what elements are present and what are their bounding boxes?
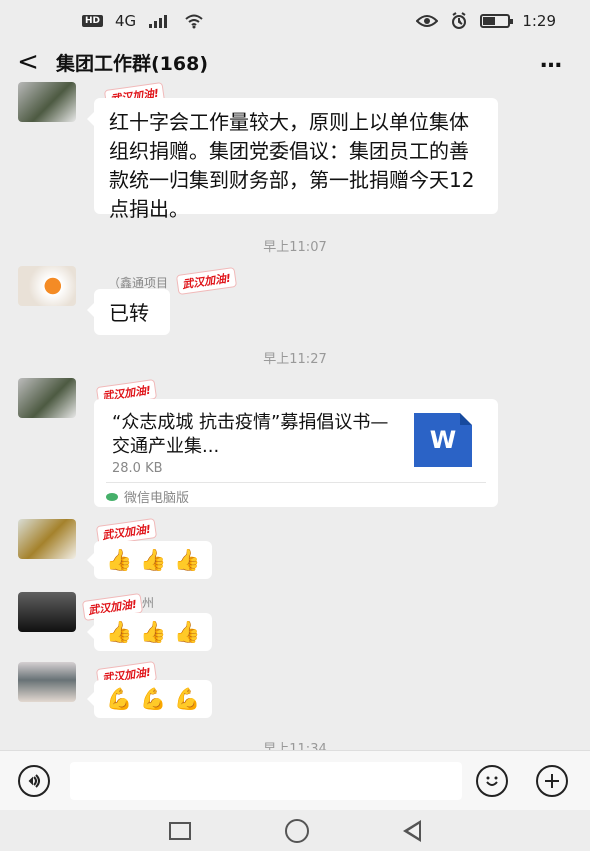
file-source: 微信电脑版: [106, 482, 486, 506]
message-item: 武汉加油! 👍 👍 👍: [18, 519, 578, 579]
status-time: 1:29: [522, 12, 556, 30]
emoji-message[interactable]: 👍 👍 👍: [86, 613, 213, 651]
thumbs-up-emoji: 👍: [106, 547, 133, 572]
word-document-icon: W: [414, 413, 472, 467]
message-item: 州 武汉加油! 👍 👍 👍: [18, 592, 578, 652]
hd-badge: HD: [82, 15, 104, 27]
smile-icon: [486, 776, 498, 786]
wifi-icon: [185, 14, 203, 29]
system-navigation-bar: [0, 810, 590, 851]
message-input-bar: [0, 750, 590, 810]
chat-title-bar: < 集团工作群(168) …: [0, 42, 590, 82]
wechat-icon: [106, 492, 118, 501]
home-button[interactable]: [285, 818, 309, 843]
emoji-message[interactable]: 💪 💪 💪: [86, 680, 213, 718]
plus-icon: [545, 774, 559, 788]
avatar[interactable]: [18, 662, 76, 702]
status-bar: HD 4G 1:29: [0, 0, 590, 42]
attachment-button[interactable]: [536, 765, 568, 797]
thumbs-up-emoji: 👍: [174, 547, 201, 572]
message-input[interactable]: [70, 762, 462, 800]
avatar[interactable]: [18, 378, 76, 418]
recent-apps-button[interactable]: [169, 821, 191, 840]
avatar[interactable]: [18, 519, 76, 559]
message-item: 武汉加油! 💪 💪 💪: [18, 662, 578, 724]
file-size: 28.0 KB: [112, 461, 163, 476]
thumbs-up-emoji: 👍: [140, 619, 167, 644]
message-bubble[interactable]: 红十字会工作量较大，原则上以单位集体组织捐赠。集团党委倡议：集团员工的善款统一归…: [87, 98, 498, 221]
alarm-clock-icon: [452, 12, 467, 29]
status-indicators: HD 4G: [82, 12, 204, 30]
chat-title: 集团工作群(168): [56, 52, 209, 75]
message-bubble[interactable]: 已转: [87, 289, 170, 335]
eye-icon: [416, 15, 439, 27]
more-options-button[interactable]: …: [540, 48, 564, 73]
network-label: 4G: [115, 12, 137, 30]
system-back-button[interactable]: [403, 819, 421, 842]
flexed-biceps-emoji: 💪: [106, 686, 133, 711]
voice-icon: [28, 774, 40, 788]
back-button[interactable]: <: [0, 42, 56, 82]
chat-message-list[interactable]: 武汉加油! 红十字会工作量较大，原则上以单位集体组织捐赠。集团党委倡议：集团员工…: [0, 82, 590, 750]
emoji-message[interactable]: 👍 👍 👍: [86, 541, 213, 579]
avatar[interactable]: [18, 82, 76, 122]
thumbs-up-emoji: 👍: [174, 619, 201, 644]
wuhan-sticker: 武汉加油!: [177, 268, 237, 294]
flexed-biceps-emoji: 💪: [174, 686, 201, 711]
message-timestamp: 早上11:27: [263, 352, 327, 367]
message-timestamp: 早上11:34: [263, 742, 327, 750]
file-attachment-card[interactable]: “众志成城 抗击疫情”募捐倡议书—交通产业集... 28.0 KB W 微信电脑…: [94, 399, 498, 507]
message-timestamp: 早上11:07: [263, 240, 327, 255]
system-status: 1:29: [416, 12, 556, 30]
emoji-button[interactable]: [476, 765, 508, 797]
avatar[interactable]: [18, 592, 76, 632]
message-item: （鑫通项目 武汉加油! 已转: [18, 266, 578, 336]
thumbs-up-emoji: 👍: [140, 547, 167, 572]
signal-icon: [149, 15, 168, 28]
thumbs-up-emoji: 👍: [106, 619, 133, 644]
flexed-biceps-emoji: 💪: [140, 686, 167, 711]
file-source-label: 微信电脑版: [124, 491, 190, 506]
avatar[interactable]: [18, 266, 76, 306]
sender-name: 州: [142, 596, 155, 610]
file-name: “众志成城 抗击疫情”募捐倡议书—交通产业集...: [112, 412, 389, 457]
voice-input-button[interactable]: [18, 765, 50, 797]
message-item: 武汉加油! 红十字会工作量较大，原则上以单位集体组织捐赠。集团党委倡议：集团员工…: [18, 82, 578, 222]
battery-icon: [480, 14, 514, 28]
